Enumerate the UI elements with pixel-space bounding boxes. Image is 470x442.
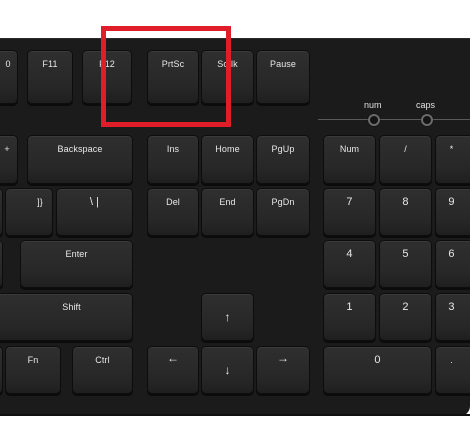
key-num6: 6 <box>435 240 470 288</box>
key-num3-label: 3 <box>448 301 455 313</box>
key-backspace: Backspace <box>27 135 133 184</box>
key-bracket-label: ]} <box>37 197 43 207</box>
key-num5: 5 <box>379 240 432 288</box>
arrow-right-icon: → <box>276 351 290 365</box>
key-arrow-down: ↓ <box>201 346 254 394</box>
arrow-left-icon: ← <box>166 351 180 365</box>
key-end-label: End <box>219 197 236 207</box>
key-bracket: ]} <box>5 188 53 236</box>
key-num-dot: . <box>435 346 470 394</box>
key-num4: 4 <box>323 240 376 288</box>
key-enter: Enter <box>20 240 133 288</box>
key-num7-label: 7 <box>346 196 353 208</box>
key-num1: 1 <box>323 293 376 341</box>
highlight-box <box>101 26 231 127</box>
key-arrow-right: → <box>256 346 310 394</box>
key-numlock: Num <box>323 135 376 184</box>
key-f10: 0 <box>0 50 18 104</box>
key-pgup-label: PgUp <box>271 144 295 154</box>
key-numlock-label: Num <box>339 144 360 154</box>
key-arrow-left: ← <box>147 346 199 394</box>
key-f10-label: 0 <box>5 59 11 69</box>
key-ins: Ins <box>147 135 199 184</box>
key-backslash-label: \ | <box>89 196 100 208</box>
key-arrow-up: ↑ <box>201 293 254 341</box>
key-num9: 9 <box>435 188 470 236</box>
key-shift-label: Shift <box>62 302 81 312</box>
key-num-dot-label: . <box>450 355 453 365</box>
key-edge-row6 <box>0 346 3 394</box>
key-num-slash: / <box>379 135 432 184</box>
key-end: End <box>201 188 254 236</box>
key-pgdn: PgDn <box>256 188 310 236</box>
key-ins-label: Ins <box>166 144 180 154</box>
key-backslash: \ | <box>56 188 133 236</box>
key-pgup: PgUp <box>256 135 310 184</box>
key-plus-label: + <box>4 144 10 154</box>
key-num6-label: 6 <box>448 248 455 260</box>
key-pgdn-label: PgDn <box>271 197 295 207</box>
key-home-label: Home <box>215 144 240 154</box>
key-shift: Shift <box>0 293 133 341</box>
key-plus: + <box>0 135 18 184</box>
num-lock-label: num <box>364 100 382 110</box>
key-num0: 0 <box>323 346 432 394</box>
key-num-star-label: * <box>449 144 454 154</box>
key-f11-label: F11 <box>42 59 58 69</box>
key-pause: Pause <box>256 50 310 104</box>
indicator-line <box>318 119 470 120</box>
caps-lock-led-icon <box>421 114 433 126</box>
key-num2: 2 <box>379 293 432 341</box>
key-home: Home <box>201 135 254 184</box>
caps-lock-label: caps <box>416 100 436 110</box>
key-fn: Fn <box>5 346 61 394</box>
arrow-down-icon: ↓ <box>224 363 231 377</box>
keyboard-bottom-edge <box>0 414 470 416</box>
key-enter-label: Enter <box>65 249 88 259</box>
key-ctrl: Ctrl <box>72 346 133 394</box>
key-ctrl-label: Ctrl <box>95 355 110 365</box>
key-num0-label: 0 <box>374 354 381 366</box>
keyboard-photo: 0 F11 F12 PrtSc Scrlk Pause num caps + B… <box>0 0 470 442</box>
key-fn-label: Fn <box>27 355 39 365</box>
key-num-star: * <box>435 135 470 184</box>
arrow-up-icon: ↑ <box>224 310 231 324</box>
key-edge-row3 <box>0 188 3 236</box>
key-del-label: Del <box>166 197 180 207</box>
key-num9-label: 9 <box>448 196 455 208</box>
key-num3: 3 <box>435 293 470 341</box>
key-edge-row4 <box>0 240 3 288</box>
num-lock-led-icon <box>368 114 380 126</box>
key-num8: 8 <box>379 188 432 236</box>
key-num7: 7 <box>323 188 376 236</box>
key-backspace-label: Backspace <box>57 144 103 154</box>
key-del: Del <box>147 188 199 236</box>
key-num1-label: 1 <box>346 301 353 313</box>
key-num4-label: 4 <box>346 248 353 260</box>
key-f11: F11 <box>27 50 73 104</box>
key-pause-label: Pause <box>269 59 297 69</box>
